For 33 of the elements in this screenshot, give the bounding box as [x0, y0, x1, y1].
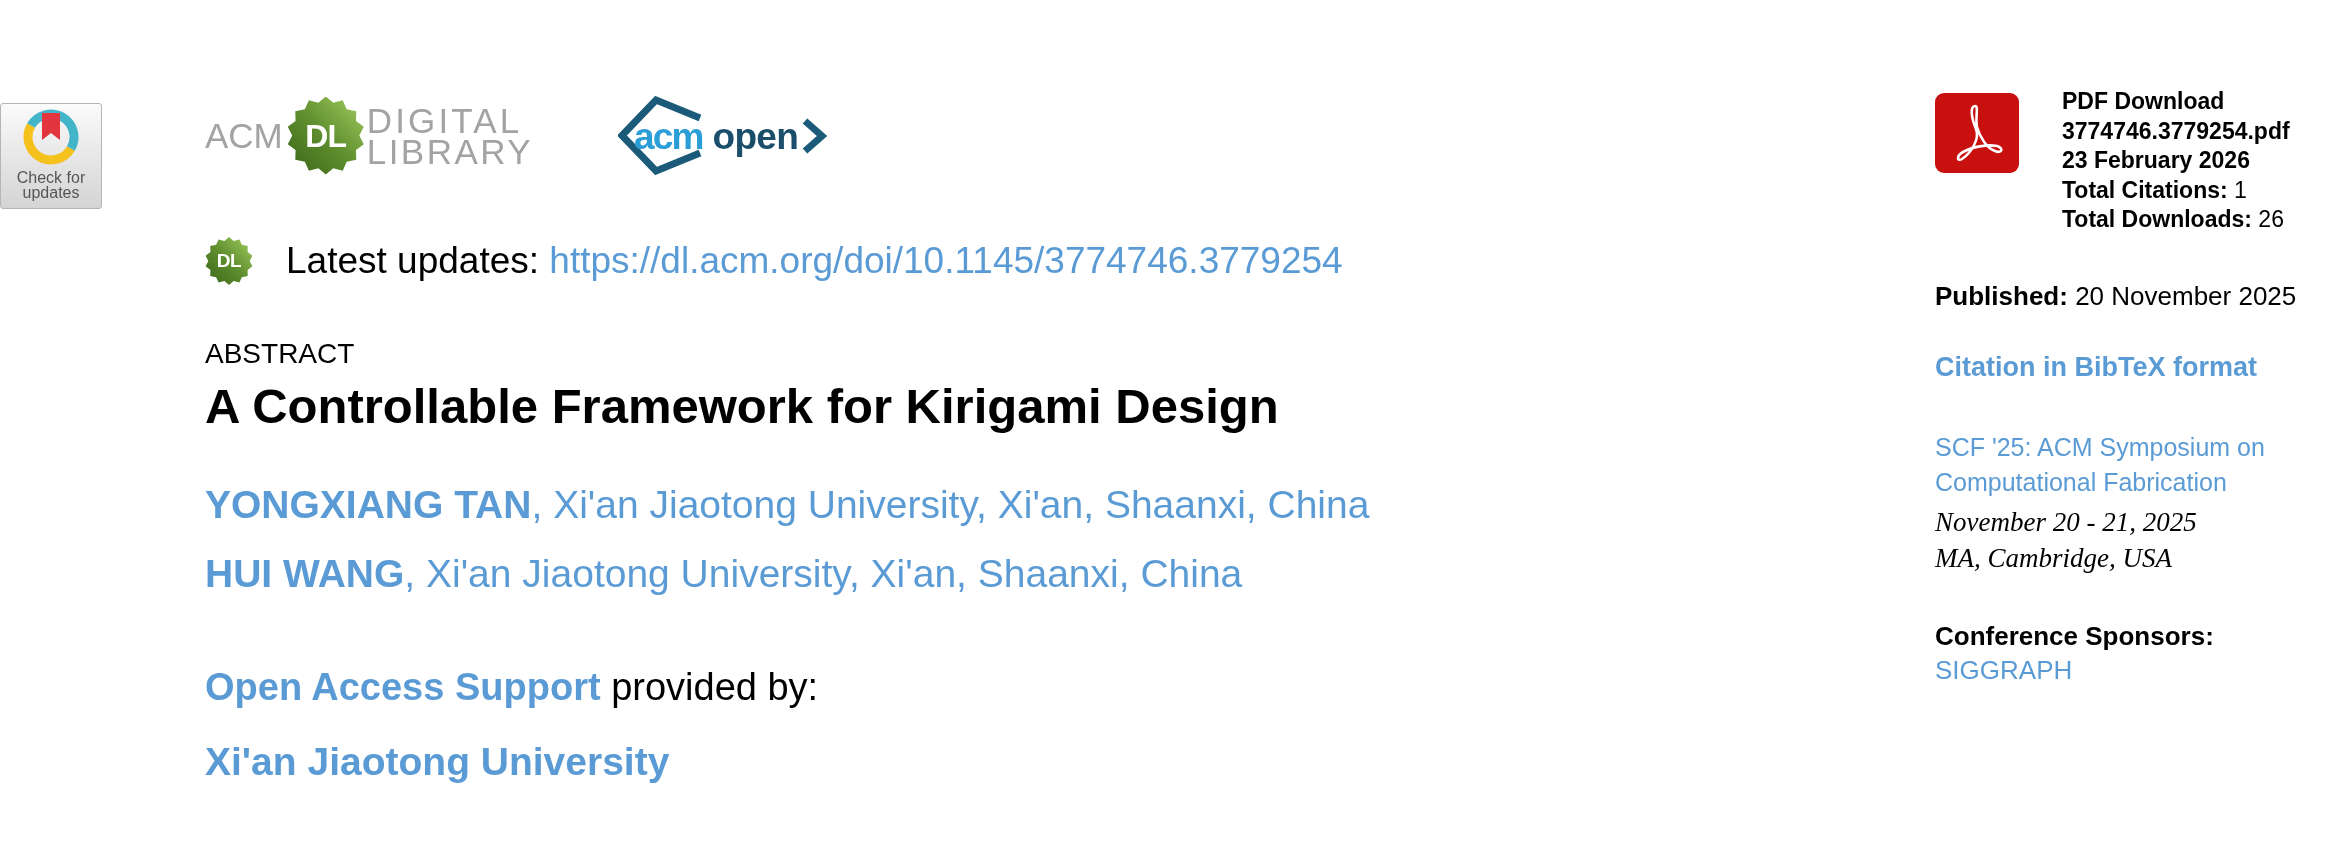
citation-link[interactable]: Citation in BibTeX format [1935, 349, 2257, 384]
sponsors-label: Conference Sponsors: [1935, 619, 2214, 653]
sponsor-link[interactable]: SIGGRAPH [1935, 652, 2073, 687]
stat-text: Total Downloads: 26 [2062, 205, 2284, 234]
chevron-right-icon [801, 117, 827, 154]
logo-text: open [712, 116, 798, 157]
author-affiliation-text: HUI WANG, Xi'an Jiaotong University, Xi'an, Shaanxi, China [205, 551, 1243, 597]
latest-updates-text: Latest updates: https://dl.acm.org/doi/10.1145/3774746.3779254 [286, 239, 1343, 283]
open-access-text: Open Access Support provided by: [205, 665, 819, 710]
author-affiliation-text: YONGXIANG TAN, Xi'an Jiaotong University, Xi'an, Shaanxi, China [205, 482, 1370, 528]
pdf-file-icon[interactable] [1935, 93, 2019, 173]
dl-badge: DL [205, 237, 253, 285]
dl-badge: DL [286, 96, 365, 175]
published-text: Published: 20 November 2025 [1935, 279, 2297, 313]
diamond-outline-icon [618, 96, 703, 175]
logo-text: acm [634, 116, 703, 157]
section-label: ABSTRACT [205, 338, 355, 370]
bookmark-ring-icon [23, 109, 79, 165]
logo-text: DIGITAL [366, 104, 524, 136]
conference-dates: November 20 - 21, 2025 [1935, 505, 2197, 539]
open-access-link[interactable]: Open Access Support [205, 666, 601, 708]
pdf-download-label: PDF Download [2062, 87, 2225, 116]
doi-link[interactable]: https://dl.acm.org/doi/10.1145/3774746.3779254 [549, 240, 1343, 281]
conference-link[interactable]: SCF '25: ACM Symposium on Computational Fabrication [1935, 429, 2310, 500]
check-for-updates-button[interactable]: Check for updates [0, 103, 102, 209]
logo-text: LIBRARY [366, 135, 534, 167]
stat-text: Total Citations: 1 [2062, 175, 2247, 205]
article-title: A Controllable Framework for Kirigami Design [205, 380, 1279, 432]
conference-location: MA, Cambridge, USA [1935, 541, 2172, 575]
pdf-date: 23 February 2026 [2062, 146, 2250, 175]
pdf-file-name: 3774746.3779254.pdf [2062, 116, 2290, 146]
institution-link[interactable]: Xi'an Jiaotong University [205, 739, 670, 785]
logo-text: ACM [205, 115, 283, 156]
